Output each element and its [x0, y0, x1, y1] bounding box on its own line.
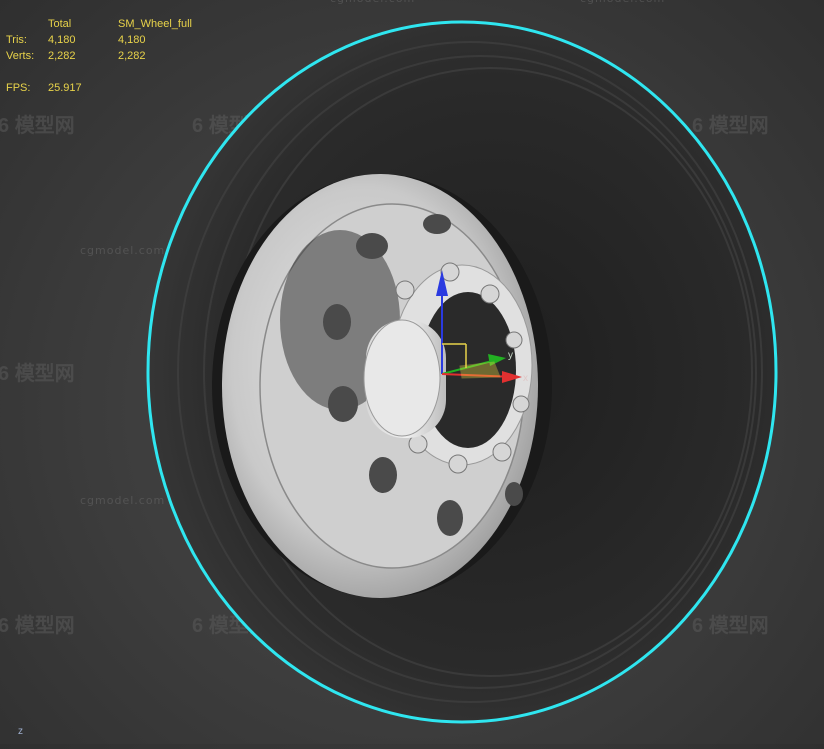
svg-text:6 模型网: 6 模型网: [0, 613, 75, 637]
svg-text:cgmodel.com: cgmodel.com: [80, 244, 165, 257]
gizmo-x-label: x: [523, 373, 528, 384]
svg-text:cgmodel.com: cgmodel.com: [580, 0, 665, 5]
stats-fps-value: 25.917: [48, 82, 82, 94]
svg-text:6 模型网: 6 模型网: [0, 113, 75, 137]
stats-tris-label: Tris:: [6, 34, 27, 46]
stats-verts-object: 2,282: [118, 50, 146, 62]
axis-indicator-z-label: z: [18, 726, 23, 737]
stats-fps-label: FPS:: [6, 82, 31, 94]
svg-text:cgmodel.com: cgmodel.com: [80, 494, 165, 507]
hub-cap-face: [363, 319, 441, 437]
viewport-canvas[interactable]: 6 模型网 6 模型网 6 模型网 6 模型网 cgmodel.com cgmo…: [0, 0, 824, 744]
svg-text:6 模型网: 6 模型网: [692, 613, 769, 637]
svg-text:6 模型网: 6 模型网: [0, 361, 75, 385]
3d-viewport[interactable]: 6 模型网 6 模型网 6 模型网 6 模型网 cgmodel.com cgmo…: [0, 0, 824, 744]
gizmo-y-label: y: [508, 350, 513, 361]
stats-verts-total: 2,282: [48, 50, 76, 62]
svg-text:cgmodel.com: cgmodel.com: [330, 0, 415, 5]
stats-tris-total: 4,180: [48, 34, 76, 46]
stats-header-object: SM_Wheel_full: [118, 18, 192, 30]
stats-verts-label: Verts:: [6, 50, 35, 62]
stats-header-total: Total: [48, 18, 72, 30]
stats-tris-object: 4,180: [118, 34, 146, 46]
svg-text:6 模型网: 6 模型网: [692, 113, 769, 137]
